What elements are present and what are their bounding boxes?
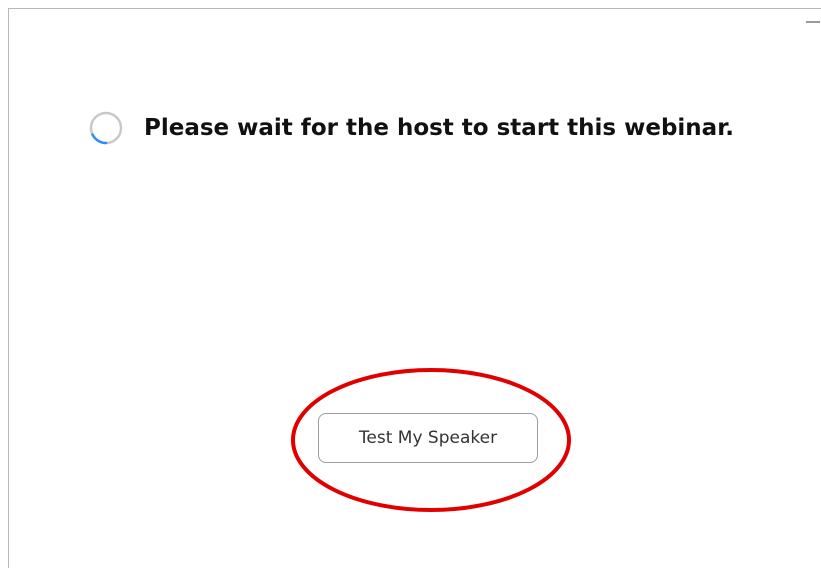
waiting-message: Please wait for the host to start this w… xyxy=(144,115,735,141)
loading-spinner-icon xyxy=(89,111,123,145)
minimize-icon[interactable] xyxy=(806,21,820,23)
webinar-waiting-window: × xyxy=(8,8,821,568)
window-controls: × xyxy=(778,13,821,37)
test-my-speaker-button[interactable]: Test My Speaker xyxy=(318,413,538,463)
waiting-message-row: Please wait for the host to start this w… xyxy=(88,110,734,146)
